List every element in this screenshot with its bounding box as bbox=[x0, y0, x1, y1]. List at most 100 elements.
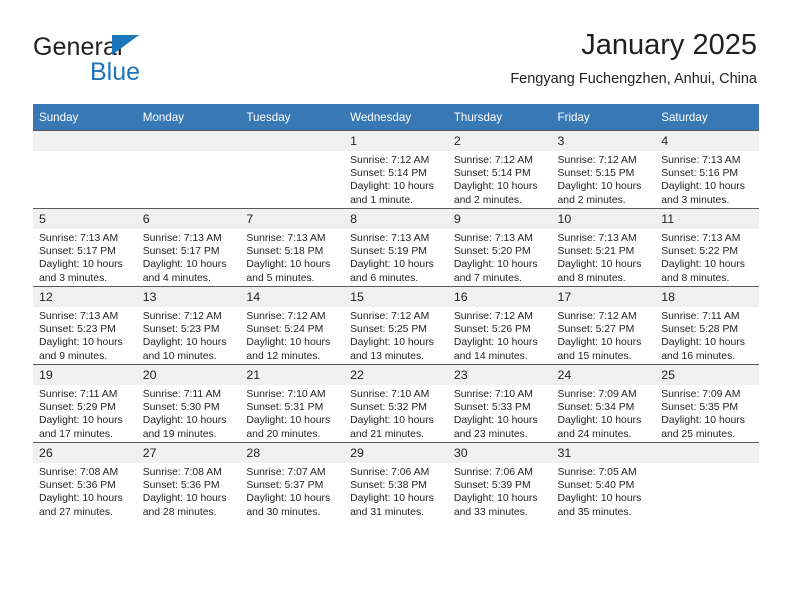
day-number: 29 bbox=[344, 443, 448, 463]
day-cell-4[interactable]: 4 Sunrise: 7:13 AM Sunset: 5:16 PM Daylight… bbox=[655, 130, 759, 208]
day-cell-inner bbox=[240, 130, 345, 208]
day-sun-info: Sunrise: 7:11 AM Sunset: 5:28 PM Daylight:… bbox=[655, 307, 759, 363]
day-cell-inner: 9 Sunrise: 7:13 AM Sunset: 5:20 PM Daylight… bbox=[447, 208, 552, 286]
page-title: January 2025 bbox=[581, 29, 757, 61]
day-number: 17 bbox=[551, 287, 656, 307]
day-cell-inner: 10 Sunrise: 7:13 AM Sunset: 5:21 PM Dayligh… bbox=[551, 208, 656, 286]
day-number: 5 bbox=[33, 209, 137, 229]
day-sun-info: Sunrise: 7:09 AM Sunset: 5:35 PM Daylight:… bbox=[655, 385, 759, 441]
sunrise-sunset-calendar: Sunday Monday Tuesday Wednesday Thursday Frid… bbox=[33, 104, 759, 520]
day-cell-22[interactable]: 22 Sunrise: 7:10 AM Sunset: 5:32 PM Dayligh… bbox=[344, 364, 448, 442]
day-sun-info: Sunrise: 7:06 AM Sunset: 5:39 PM Daylight:… bbox=[448, 463, 552, 519]
day-cell-inner: 20 Sunrise: 7:11 AM Sunset: 5:30 PM Dayligh… bbox=[136, 364, 241, 442]
sunset-text: Sunset: 5:18 PM bbox=[246, 246, 324, 258]
day-cell-inner: 11 Sunrise: 7:13 AM Sunset: 5:22 PM Dayligh… bbox=[655, 208, 759, 286]
sunrise-text: Sunrise: 7:07 AM bbox=[246, 467, 326, 478]
calendar-page: General Blue January 2025 Fengyang Fuche… bbox=[0, 0, 792, 612]
day-sun-info: Sunrise: 7:12 AM Sunset: 5:27 PM Daylight:… bbox=[552, 307, 656, 363]
day-sun-info: Sunrise: 7:07 AM Sunset: 5:37 PM Daylight:… bbox=[240, 463, 344, 519]
day-cell-1[interactable]: 1 Sunrise: 7:12 AM Sunset: 5:14 PM Daylight… bbox=[344, 130, 448, 208]
daylight-text: Daylight: 10 hours and 14 minutes. bbox=[453, 337, 538, 362]
sunset-text: Sunset: 5:36 PM bbox=[39, 480, 116, 492]
weekday-header-row: Sunday Monday Tuesday Wednesday Thursday Frid… bbox=[33, 104, 759, 130]
daylight-text: Daylight: 10 hours and 6 minutes. bbox=[350, 259, 434, 284]
day-cell-27[interactable]: 27 Sunrise: 7:08 AM Sunset: 5:36 PM Dayligh… bbox=[136, 442, 241, 520]
sunrise-text: Sunrise: 7:13 AM bbox=[661, 155, 741, 166]
day-cell-empty bbox=[136, 130, 241, 208]
sunset-text: Sunset: 5:38 PM bbox=[350, 480, 427, 492]
sunrise-text: Sunrise: 7:12 AM bbox=[350, 311, 430, 322]
day-cell-25[interactable]: 25 Sunrise: 7:09 AM Sunset: 5:35 PM Dayligh… bbox=[655, 364, 759, 442]
page-subtitle: Fengyang Fuchengzhen, Anhui, China bbox=[510, 71, 757, 87]
day-number: 27 bbox=[136, 443, 241, 463]
sunrise-text: Sunrise: 7:12 AM bbox=[557, 155, 637, 166]
day-cell-23[interactable]: 23 Sunrise: 7:10 AM Sunset: 5:33 PM Dayligh… bbox=[447, 364, 552, 442]
day-number: 10 bbox=[551, 209, 656, 229]
day-cell-18[interactable]: 18 Sunrise: 7:11 AM Sunset: 5:28 PM Dayligh… bbox=[655, 286, 759, 364]
sunrise-text: Sunrise: 7:08 AM bbox=[142, 467, 222, 478]
day-cell-inner: 6 Sunrise: 7:13 AM Sunset: 5:17 PM Daylight… bbox=[136, 208, 241, 286]
day-cell-6[interactable]: 6 Sunrise: 7:13 AM Sunset: 5:17 PM Daylight… bbox=[136, 208, 241, 286]
day-cell-8[interactable]: 8 Sunrise: 7:13 AM Sunset: 5:19 PM Daylight… bbox=[344, 208, 448, 286]
day-cell-10[interactable]: 10 Sunrise: 7:13 AM Sunset: 5:21 PM Dayligh… bbox=[551, 208, 656, 286]
day-sun-info: Sunrise: 7:11 AM Sunset: 5:30 PM Daylight:… bbox=[137, 385, 241, 441]
daylight-text: Daylight: 10 hours and 2 minutes. bbox=[557, 181, 642, 206]
day-sun-info: Sunrise: 7:12 AM Sunset: 5:23 PM Daylight:… bbox=[137, 307, 241, 363]
weekday-header-friday: Friday bbox=[551, 104, 656, 130]
day-cell-16[interactable]: 16 Sunrise: 7:12 AM Sunset: 5:26 PM Dayligh… bbox=[447, 286, 552, 364]
day-cell-3[interactable]: 3 Sunrise: 7:12 AM Sunset: 5:15 PM Daylight… bbox=[551, 130, 656, 208]
sunrise-text: Sunrise: 7:10 AM bbox=[246, 389, 326, 400]
daylight-text: Daylight: 10 hours and 23 minutes. bbox=[453, 415, 538, 440]
day-cell-13[interactable]: 13 Sunrise: 7:12 AM Sunset: 5:23 PM Dayligh… bbox=[136, 286, 241, 364]
day-cell-21[interactable]: 21 Sunrise: 7:10 AM Sunset: 5:31 PM Dayligh… bbox=[240, 364, 345, 442]
sunset-text: Sunset: 5:23 PM bbox=[39, 324, 116, 336]
day-cell-17[interactable]: 17 Sunrise: 7:12 AM Sunset: 5:27 PM Dayligh… bbox=[551, 286, 656, 364]
day-cell-30[interactable]: 30 Sunrise: 7:06 AM Sunset: 5:39 PM Dayligh… bbox=[447, 442, 552, 520]
day-cell-20[interactable]: 20 Sunrise: 7:11 AM Sunset: 5:30 PM Dayligh… bbox=[136, 364, 241, 442]
day-cell-31[interactable]: 31 Sunrise: 7:05 AM Sunset: 5:40 PM Dayligh… bbox=[551, 442, 656, 520]
sunset-text: Sunset: 5:31 PM bbox=[246, 402, 324, 414]
sunset-text: Sunset: 5:17 PM bbox=[39, 246, 116, 258]
day-sun-info: Sunrise: 7:09 AM Sunset: 5:34 PM Daylight:… bbox=[552, 385, 656, 441]
day-number: 22 bbox=[344, 365, 448, 385]
day-number: 26 bbox=[33, 443, 137, 463]
sunrise-text: Sunrise: 7:12 AM bbox=[453, 311, 533, 322]
day-cell-24[interactable]: 24 Sunrise: 7:09 AM Sunset: 5:34 PM Dayligh… bbox=[551, 364, 656, 442]
day-cell-29[interactable]: 29 Sunrise: 7:06 AM Sunset: 5:38 PM Dayligh… bbox=[344, 442, 448, 520]
sunrise-text: Sunrise: 7:06 AM bbox=[453, 467, 533, 478]
day-cell-14[interactable]: 14 Sunrise: 7:12 AM Sunset: 5:24 PM Dayligh… bbox=[240, 286, 345, 364]
day-cell-19[interactable]: 19 Sunrise: 7:11 AM Sunset: 5:29 PM Dayligh… bbox=[33, 364, 137, 442]
weekday-header-monday: Monday bbox=[136, 104, 241, 130]
daylight-text: Daylight: 10 hours and 1 minute. bbox=[350, 181, 434, 206]
day-cell-inner: 8 Sunrise: 7:13 AM Sunset: 5:19 PM Daylight… bbox=[344, 208, 448, 286]
day-number: 13 bbox=[136, 287, 241, 307]
calendar-body: 1 Sunrise: 7:12 AM Sunset: 5:14 PM Daylight… bbox=[33, 130, 759, 520]
sunrise-text: Sunrise: 7:11 AM bbox=[142, 389, 222, 400]
day-cell-inner: 30 Sunrise: 7:06 AM Sunset: 5:39 PM Dayligh… bbox=[447, 442, 552, 520]
day-cell-12[interactable]: 12 Sunrise: 7:13 AM Sunset: 5:23 PM Dayligh… bbox=[33, 286, 137, 364]
day-cell-28[interactable]: 28 Sunrise: 7:07 AM Sunset: 5:37 PM Dayligh… bbox=[240, 442, 345, 520]
day-cell-26[interactable]: 26 Sunrise: 7:08 AM Sunset: 5:36 PM Dayligh… bbox=[33, 442, 137, 520]
day-cell-inner: 22 Sunrise: 7:10 AM Sunset: 5:32 PM Dayligh… bbox=[344, 364, 448, 442]
day-cell-2[interactable]: 2 Sunrise: 7:12 AM Sunset: 5:14 PM Daylight… bbox=[447, 130, 552, 208]
sunrise-text: Sunrise: 7:12 AM bbox=[453, 155, 533, 166]
title-block: January 2025 Fengyang Fuchengzhen, Anhui… bbox=[510, 28, 757, 88]
day-cell-5[interactable]: 5 Sunrise: 7:13 AM Sunset: 5:17 PM Daylight… bbox=[33, 208, 137, 286]
daylight-text: Daylight: 10 hours and 2 minutes. bbox=[453, 181, 538, 206]
day-sun-info: Sunrise: 7:13 AM Sunset: 5:17 PM Daylight:… bbox=[137, 229, 241, 285]
daylight-text: Daylight: 10 hours and 27 minutes. bbox=[39, 493, 123, 518]
sunrise-text: Sunrise: 7:13 AM bbox=[39, 233, 119, 244]
calendar-week-row: 26 Sunrise: 7:08 AM Sunset: 5:36 PM Dayligh… bbox=[33, 442, 759, 520]
day-cell-11[interactable]: 11 Sunrise: 7:13 AM Sunset: 5:22 PM Dayligh… bbox=[655, 208, 759, 286]
day-cell-15[interactable]: 15 Sunrise: 7:12 AM Sunset: 5:25 PM Dayligh… bbox=[344, 286, 448, 364]
day-cell-inner: 7 Sunrise: 7:13 AM Sunset: 5:18 PM Daylight… bbox=[240, 208, 345, 286]
daylight-text: Daylight: 10 hours and 12 minutes. bbox=[246, 337, 331, 362]
sunrise-text: Sunrise: 7:13 AM bbox=[246, 233, 326, 244]
day-sun-info: Sunrise: 7:10 AM Sunset: 5:31 PM Daylight:… bbox=[240, 385, 344, 441]
day-cell-7[interactable]: 7 Sunrise: 7:13 AM Sunset: 5:18 PM Daylight… bbox=[240, 208, 345, 286]
day-cell-9[interactable]: 9 Sunrise: 7:13 AM Sunset: 5:20 PM Daylight… bbox=[447, 208, 552, 286]
day-number: 6 bbox=[136, 209, 241, 229]
day-cell-inner bbox=[136, 130, 241, 208]
daylight-text: Daylight: 10 hours and 31 minutes. bbox=[350, 493, 434, 518]
generalblue-logo[interactable]: General Blue bbox=[33, 34, 263, 92]
